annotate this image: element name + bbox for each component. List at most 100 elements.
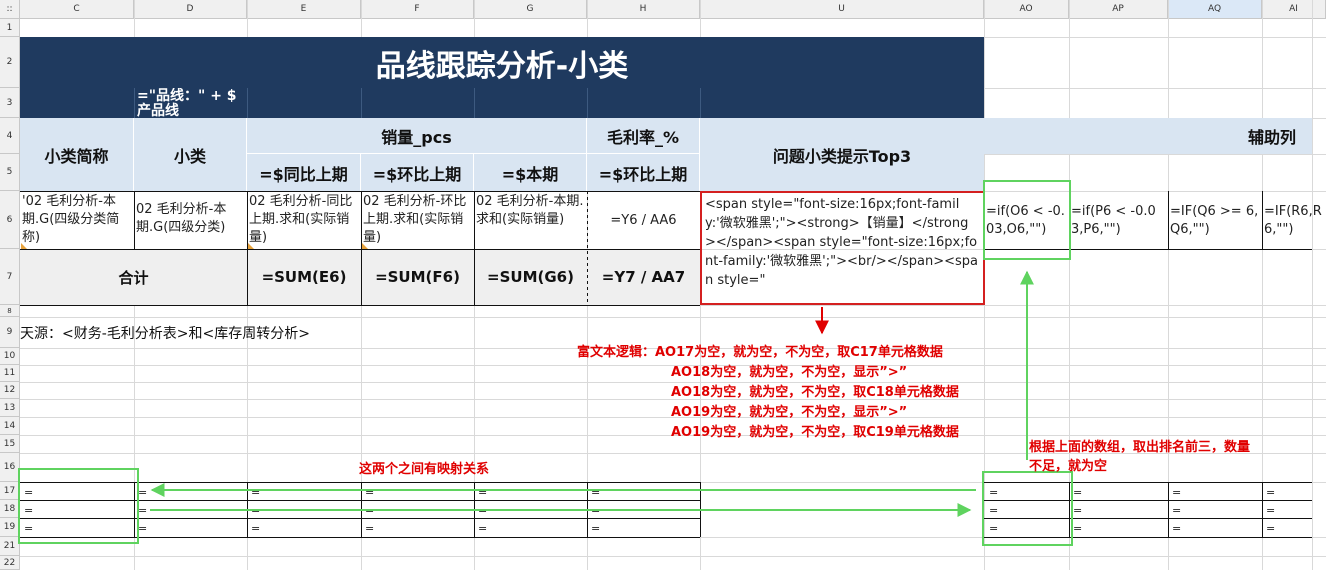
- row-header-15[interactable]: 15: [0, 435, 20, 453]
- row-header-11[interactable]: 11: [0, 365, 20, 382]
- row-header-13[interactable]: 13: [0, 399, 20, 417]
- column-header-f[interactable]: F: [361, 0, 474, 19]
- cell-d17[interactable]: =: [138, 486, 147, 499]
- cell-ai17[interactable]: =: [1266, 486, 1275, 499]
- row-header-10[interactable]: 10: [0, 348, 20, 365]
- column-header-c[interactable]: C: [20, 0, 134, 19]
- cell-e17[interactable]: =: [251, 486, 260, 499]
- column-header-aq[interactable]: AQ: [1168, 0, 1262, 19]
- cell-f7[interactable]: =SUM(F6): [361, 249, 474, 305]
- row-header-1[interactable]: 1: [0, 19, 20, 37]
- report-title[interactable]: 品线跟踪分析-小类: [20, 37, 984, 88]
- table-border: [700, 482, 701, 537]
- cell-h7[interactable]: =Y7 / AA7: [587, 249, 700, 305]
- annotation-richtext-logic-3: AO18为空，就为空，不为空，取C18单元格数据: [671, 385, 959, 400]
- spreadsheet-sheet[interactable]: :: C D E F G H U AO AP AQ AI 1 2 3 4 5 6…: [0, 0, 1326, 570]
- cell-d19[interactable]: =: [138, 522, 147, 535]
- row-header-7[interactable]: 7: [0, 249, 20, 305]
- row-header-9[interactable]: 9: [0, 317, 20, 348]
- header-aux[interactable]: 辅助列: [984, 118, 1312, 154]
- cell-ap18[interactable]: =: [1073, 504, 1082, 517]
- header-margin-group[interactable]: 毛利率_%: [587, 118, 700, 154]
- cell-d6[interactable]: 02 毛利分析-本期.G(四级分类): [134, 191, 247, 249]
- cell-g7[interactable]: =SUM(G6): [474, 249, 587, 305]
- cell-aq18[interactable]: =: [1172, 504, 1181, 517]
- column-header-d[interactable]: D: [134, 0, 247, 19]
- gridline: [1312, 0, 1313, 570]
- table-border: [20, 249, 700, 250]
- cell-f17[interactable]: =: [365, 486, 374, 499]
- cell-aq6[interactable]: =IF(Q6 >= 6,Q6,""): [1168, 191, 1262, 249]
- cell-ai18[interactable]: =: [1266, 504, 1275, 517]
- divider: [361, 88, 362, 118]
- cell-f6[interactable]: 02 毛利分析-环比上期.求和(实际销量): [361, 191, 474, 249]
- total-label[interactable]: 合计: [20, 249, 247, 305]
- header-sales-group[interactable]: 销量_pcs: [247, 118, 587, 154]
- table-border: [361, 191, 362, 305]
- column-header-g[interactable]: G: [474, 0, 587, 19]
- cell-c6[interactable]: '02 毛利分析-本期.G(四级分类简称): [20, 191, 134, 249]
- row-header-2[interactable]: 2: [0, 37, 20, 88]
- cell-h17[interactable]: =: [591, 486, 600, 499]
- column-header-ao[interactable]: AO: [984, 0, 1069, 19]
- cell-e18[interactable]: =: [251, 504, 260, 517]
- row-header-5[interactable]: 5: [0, 154, 20, 191]
- column-header-ap[interactable]: AP: [1069, 0, 1168, 19]
- row-header-6[interactable]: 6: [0, 191, 20, 249]
- select-all-corner[interactable]: ::: [0, 0, 20, 19]
- cell-aq17[interactable]: =: [1172, 486, 1181, 499]
- cell-e19[interactable]: =: [251, 522, 260, 535]
- row-header-12[interactable]: 12: [0, 382, 20, 399]
- cell-g17[interactable]: =: [478, 486, 487, 499]
- row-header-19[interactable]: 19: [0, 518, 20, 537]
- cell-h18[interactable]: =: [591, 504, 600, 517]
- header-sub-yoy[interactable]: =$同比上期: [247, 154, 361, 191]
- column-header-e[interactable]: E: [247, 0, 361, 19]
- annotation-top3-1: 根据上面的数组，取出排名前三，数量: [1029, 440, 1251, 455]
- divider: [134, 88, 135, 118]
- cell-e6[interactable]: 02 毛利分析-同比上期.求和(实际销量): [247, 191, 361, 249]
- annotation-mapping: 这两个之间有映射关系: [359, 462, 490, 477]
- column-header-ai[interactable]: AI: [1262, 0, 1326, 19]
- header-small[interactable]: 小类: [134, 118, 247, 191]
- cell-ai19[interactable]: =: [1266, 522, 1275, 535]
- cell-g19[interactable]: =: [478, 522, 487, 535]
- report-title-text: 品线跟踪分析-小类: [375, 48, 629, 84]
- cell-g6[interactable]: 02 毛利分析-本期.求和(实际销量): [474, 191, 587, 249]
- row-header-3[interactable]: 3: [0, 88, 20, 118]
- row-header-14[interactable]: 14: [0, 417, 20, 435]
- header-sub-cur[interactable]: =$本期: [474, 154, 587, 191]
- row-header-17[interactable]: 17: [0, 482, 20, 500]
- cell-d18[interactable]: =: [138, 504, 147, 517]
- annotation-top3-2: 不足，就为空: [1029, 459, 1108, 474]
- header-small-abbr[interactable]: 小类简称: [20, 118, 134, 191]
- cell-h19[interactable]: =: [591, 522, 600, 535]
- row-header-4[interactable]: 4: [0, 118, 20, 154]
- cell-h6[interactable]: =Y6 / AA6: [587, 191, 700, 249]
- row-header-16[interactable]: 16: [0, 453, 20, 482]
- cell-f19[interactable]: =: [365, 522, 374, 535]
- header-sub-mom[interactable]: =$环比上期: [361, 154, 474, 191]
- cell-ai6[interactable]: =IF(R6,R6,""): [1262, 191, 1326, 249]
- cell-d3-formula[interactable]: ="品线：" + $ 产品线: [134, 88, 247, 119]
- cell-g18[interactable]: =: [478, 504, 487, 517]
- row-header-22[interactable]: 22: [0, 556, 20, 570]
- table-border: [20, 305, 700, 306]
- cell-f18[interactable]: =: [365, 504, 374, 517]
- row-header-8[interactable]: 8: [0, 305, 20, 317]
- table-border: [1262, 191, 1263, 249]
- annotation-richtext-logic-1: 富文本逻辑：AO17为空，就为空，不为空，取C17单元格数据: [577, 345, 943, 360]
- cell-e7[interactable]: =SUM(E6): [247, 249, 361, 305]
- cell-aq19[interactable]: =: [1172, 522, 1181, 535]
- header-sub-mom-margin[interactable]: =$环比上期: [587, 154, 700, 191]
- row-header-21[interactable]: 21: [0, 537, 20, 556]
- column-header-h[interactable]: H: [587, 0, 700, 19]
- source-note-text: 天源：<财务-毛利分析表>和<库存周转分析>: [20, 325, 310, 342]
- cell-ap6[interactable]: =if(P6 < -0.03,P6,""): [1069, 191, 1168, 249]
- column-header-u[interactable]: U: [700, 0, 984, 19]
- header-problem-top3[interactable]: 问题小类提示Top3: [700, 118, 984, 191]
- row-header-18[interactable]: 18: [0, 500, 20, 518]
- cell-ap19[interactable]: =: [1073, 522, 1082, 535]
- cell-ap17[interactable]: =: [1073, 486, 1082, 499]
- annotation-richtext-logic-4: AO19为空，就为空，不为空，显示”>”: [671, 405, 908, 420]
